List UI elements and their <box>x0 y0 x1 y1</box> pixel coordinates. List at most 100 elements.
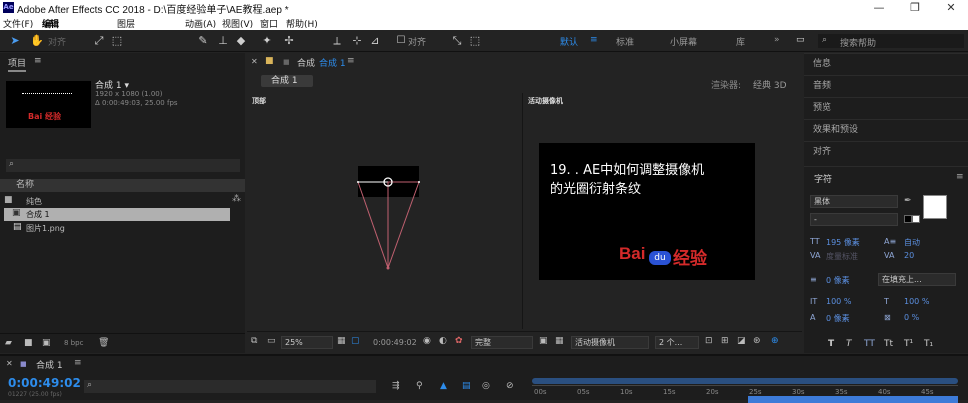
name-column-header[interactable]: 名称 <box>0 179 245 192</box>
workspace-small-screen[interactable]: 小屏幕 <box>670 35 697 48</box>
tracking-value[interactable]: 20 <box>904 251 914 260</box>
horizontal-scale-value[interactable]: 100 % <box>904 297 929 306</box>
close-timeline-icon[interactable]: ✕ <box>6 359 13 368</box>
comp-mini-flowchart-icon[interactable]: ⇶ <box>392 381 400 391</box>
timeline-menu-icon[interactable]: ≡ <box>74 358 82 368</box>
menu-view[interactable]: 视图(V) <box>222 17 253 30</box>
comp-tab-prefix[interactable]: 合成 <box>297 56 315 69</box>
lock-icon[interactable]: ■ <box>265 56 274 66</box>
black-swatch[interactable] <box>904 215 912 223</box>
graph-editor-icon[interactable]: ⊘ <box>506 381 514 391</box>
shy-icon[interactable]: ▲ <box>440 381 447 391</box>
clone-tool-icon[interactable]: ⊥ <box>216 34 230 48</box>
character-menu-icon[interactable]: ≡ <box>956 172 964 182</box>
vertical-scale-value[interactable]: 100 % <box>826 297 851 306</box>
hand-tool-icon[interactable]: ✋ <box>30 34 44 48</box>
timeline-tab[interactable]: 合成 1 <box>36 358 63 371</box>
camera-dropdown[interactable]: 活动摄像机 <box>571 336 649 349</box>
project-row-folder[interactable]: ■ 纯色 <box>4 195 234 208</box>
project-row-comp[interactable]: ▣ 合成 1 <box>4 208 230 221</box>
axis-view-icon[interactable]: ⊿ <box>368 34 382 48</box>
italic-button[interactable]: T <box>846 339 852 349</box>
timeline-search-input[interactable]: ⌕ <box>84 380 376 393</box>
font-family-dropdown[interactable]: 黑体 <box>810 195 898 208</box>
zoom-dropdown[interactable]: 25% <box>281 336 333 349</box>
resolution-icon[interactable]: ▦ <box>337 336 346 346</box>
project-menu-icon[interactable]: ≡ <box>34 56 42 66</box>
menu-window[interactable]: 窗口 <box>260 17 278 30</box>
grid-icon[interactable]: ▦ <box>555 336 564 346</box>
show-snapshot-icon[interactable]: ◐ <box>439 336 447 346</box>
top-view[interactable]: 顶部 <box>247 93 523 329</box>
snap-edge-icon[interactable]: ⤡ <box>450 34 464 48</box>
menu-animation[interactable]: 动画(A) <box>185 17 216 30</box>
snap-grid-icon[interactable]: ⬚ <box>468 34 482 48</box>
close-tab-icon[interactable]: ✕ <box>251 57 258 66</box>
selection-tool-icon[interactable]: ➤ <box>8 34 22 48</box>
eyedropper-icon[interactable]: ✒ <box>904 196 912 206</box>
sync-settings-icon[interactable]: ▭ <box>796 35 805 45</box>
toggle-pixel-icon[interactable]: ⊡ <box>705 336 713 346</box>
always-preview-icon[interactable]: ⧉ <box>251 336 257 346</box>
roto-tool-icon[interactable]: ✦ <box>260 34 274 48</box>
search-help-field[interactable]: ⌕ 搜索帮助 <box>818 34 964 49</box>
white-swatch[interactable] <box>912 215 920 223</box>
snap-checkbox[interactable]: ☐ <box>394 34 408 48</box>
panel-preview[interactable]: 预览 <box>804 97 968 119</box>
project-tab[interactable]: 项目 <box>8 56 27 72</box>
menu-layer[interactable]: 图层 <box>117 17 135 30</box>
region-icon[interactable]: ▢ <box>351 336 360 346</box>
subscript-button[interactable]: T₁ <box>924 339 933 349</box>
new-folder-icon[interactable]: ■ <box>24 338 33 348</box>
eraser-tool-icon[interactable]: ◆ <box>234 34 248 48</box>
restore-button[interactable]: ❐ <box>898 0 932 16</box>
bpc-label[interactable]: 8 bpc <box>64 339 83 347</box>
menu-edit[interactable]: 编辑 <box>42 17 59 30</box>
workspace-standard[interactable]: 标准 <box>616 35 634 48</box>
reset-exposure-icon[interactable]: ⊛ <box>753 336 761 346</box>
new-comp-icon[interactable]: ▣ <box>42 338 51 348</box>
font-style-dropdown[interactable]: - <box>810 213 898 226</box>
fill-color-swatch[interactable] <box>923 195 947 219</box>
vr-icon[interactable]: ▭ <box>267 336 276 346</box>
views-dropdown[interactable]: 2 个... <box>655 336 699 349</box>
panel-info[interactable]: 信息 <box>804 53 968 75</box>
trash-icon[interactable]: 🗑 <box>98 338 109 348</box>
timeline-timecode[interactable]: 0:00:49:02 <box>8 376 81 390</box>
time-ruler[interactable]: 00s 05s 10s 15s 20s 25s 30s 35s 40s 45s <box>532 385 958 403</box>
comp-tab-name[interactable]: 合成 1 <box>319 56 346 69</box>
axis-world-icon[interactable]: ⊹ <box>350 34 364 48</box>
stroke-width-value[interactable]: 0 像素 <box>826 275 850 286</box>
rotate-tool-icon[interactable]: ⬚ <box>110 34 124 48</box>
workspace-default[interactable]: 默认 <box>560 35 578 48</box>
superscript-button[interactable]: T¹ <box>904 339 913 349</box>
flowchart-view-icon[interactable]: ⊞ <box>721 336 729 346</box>
all-caps-button[interactable]: TT <box>864 339 875 349</box>
menu-help[interactable]: 帮助(H) <box>286 17 318 30</box>
puppet-tool-icon[interactable]: ✢ <box>282 34 296 48</box>
active-camera-view[interactable]: 活动摄像机 19. . AE中如何调整摄像机 的光圈衍射条纹 Bai du 经验 <box>525 93 802 329</box>
bold-button[interactable]: T <box>828 339 834 349</box>
draft3d-icon[interactable]: ◪ <box>737 336 746 346</box>
panel-align[interactable]: 对齐 <box>804 141 968 163</box>
draft-3d-icon[interactable]: ⚲ <box>416 381 423 391</box>
panel-audio[interactable]: 音频 <box>804 75 968 97</box>
brush-tool-icon[interactable]: ✎ <box>196 34 210 48</box>
project-search-input[interactable]: ⌕ <box>6 159 240 172</box>
small-caps-button[interactable]: Tt <box>884 339 893 349</box>
comp-timecode[interactable]: 0:00:49:02 <box>373 338 417 347</box>
character-tab[interactable]: 字符 <box>814 172 832 185</box>
project-row-image[interactable]: ▤ 图片1.png <box>4 222 234 235</box>
exposure-icon[interactable]: ⊕ <box>771 336 779 346</box>
workspace-overflow-icon[interactable]: » <box>774 35 780 45</box>
quality-dropdown[interactable]: 完整 <box>471 336 533 349</box>
kerning-value[interactable]: 度量标准 <box>826 251 858 262</box>
motion-blur-icon[interactable]: ◎ <box>482 381 490 391</box>
comp-tab-menu-icon[interactable]: ≡ <box>347 56 355 66</box>
baseline-shift-value[interactable]: 0 像素 <box>826 313 850 324</box>
menu-file[interactable]: 文件(F) <box>3 17 33 30</box>
workspace-library[interactable]: 库 <box>736 35 745 48</box>
frame-blend-icon[interactable]: ▤ <box>462 381 471 391</box>
close-button[interactable]: ✕ <box>934 0 968 16</box>
channel-icon[interactable]: ✿ <box>455 336 463 346</box>
